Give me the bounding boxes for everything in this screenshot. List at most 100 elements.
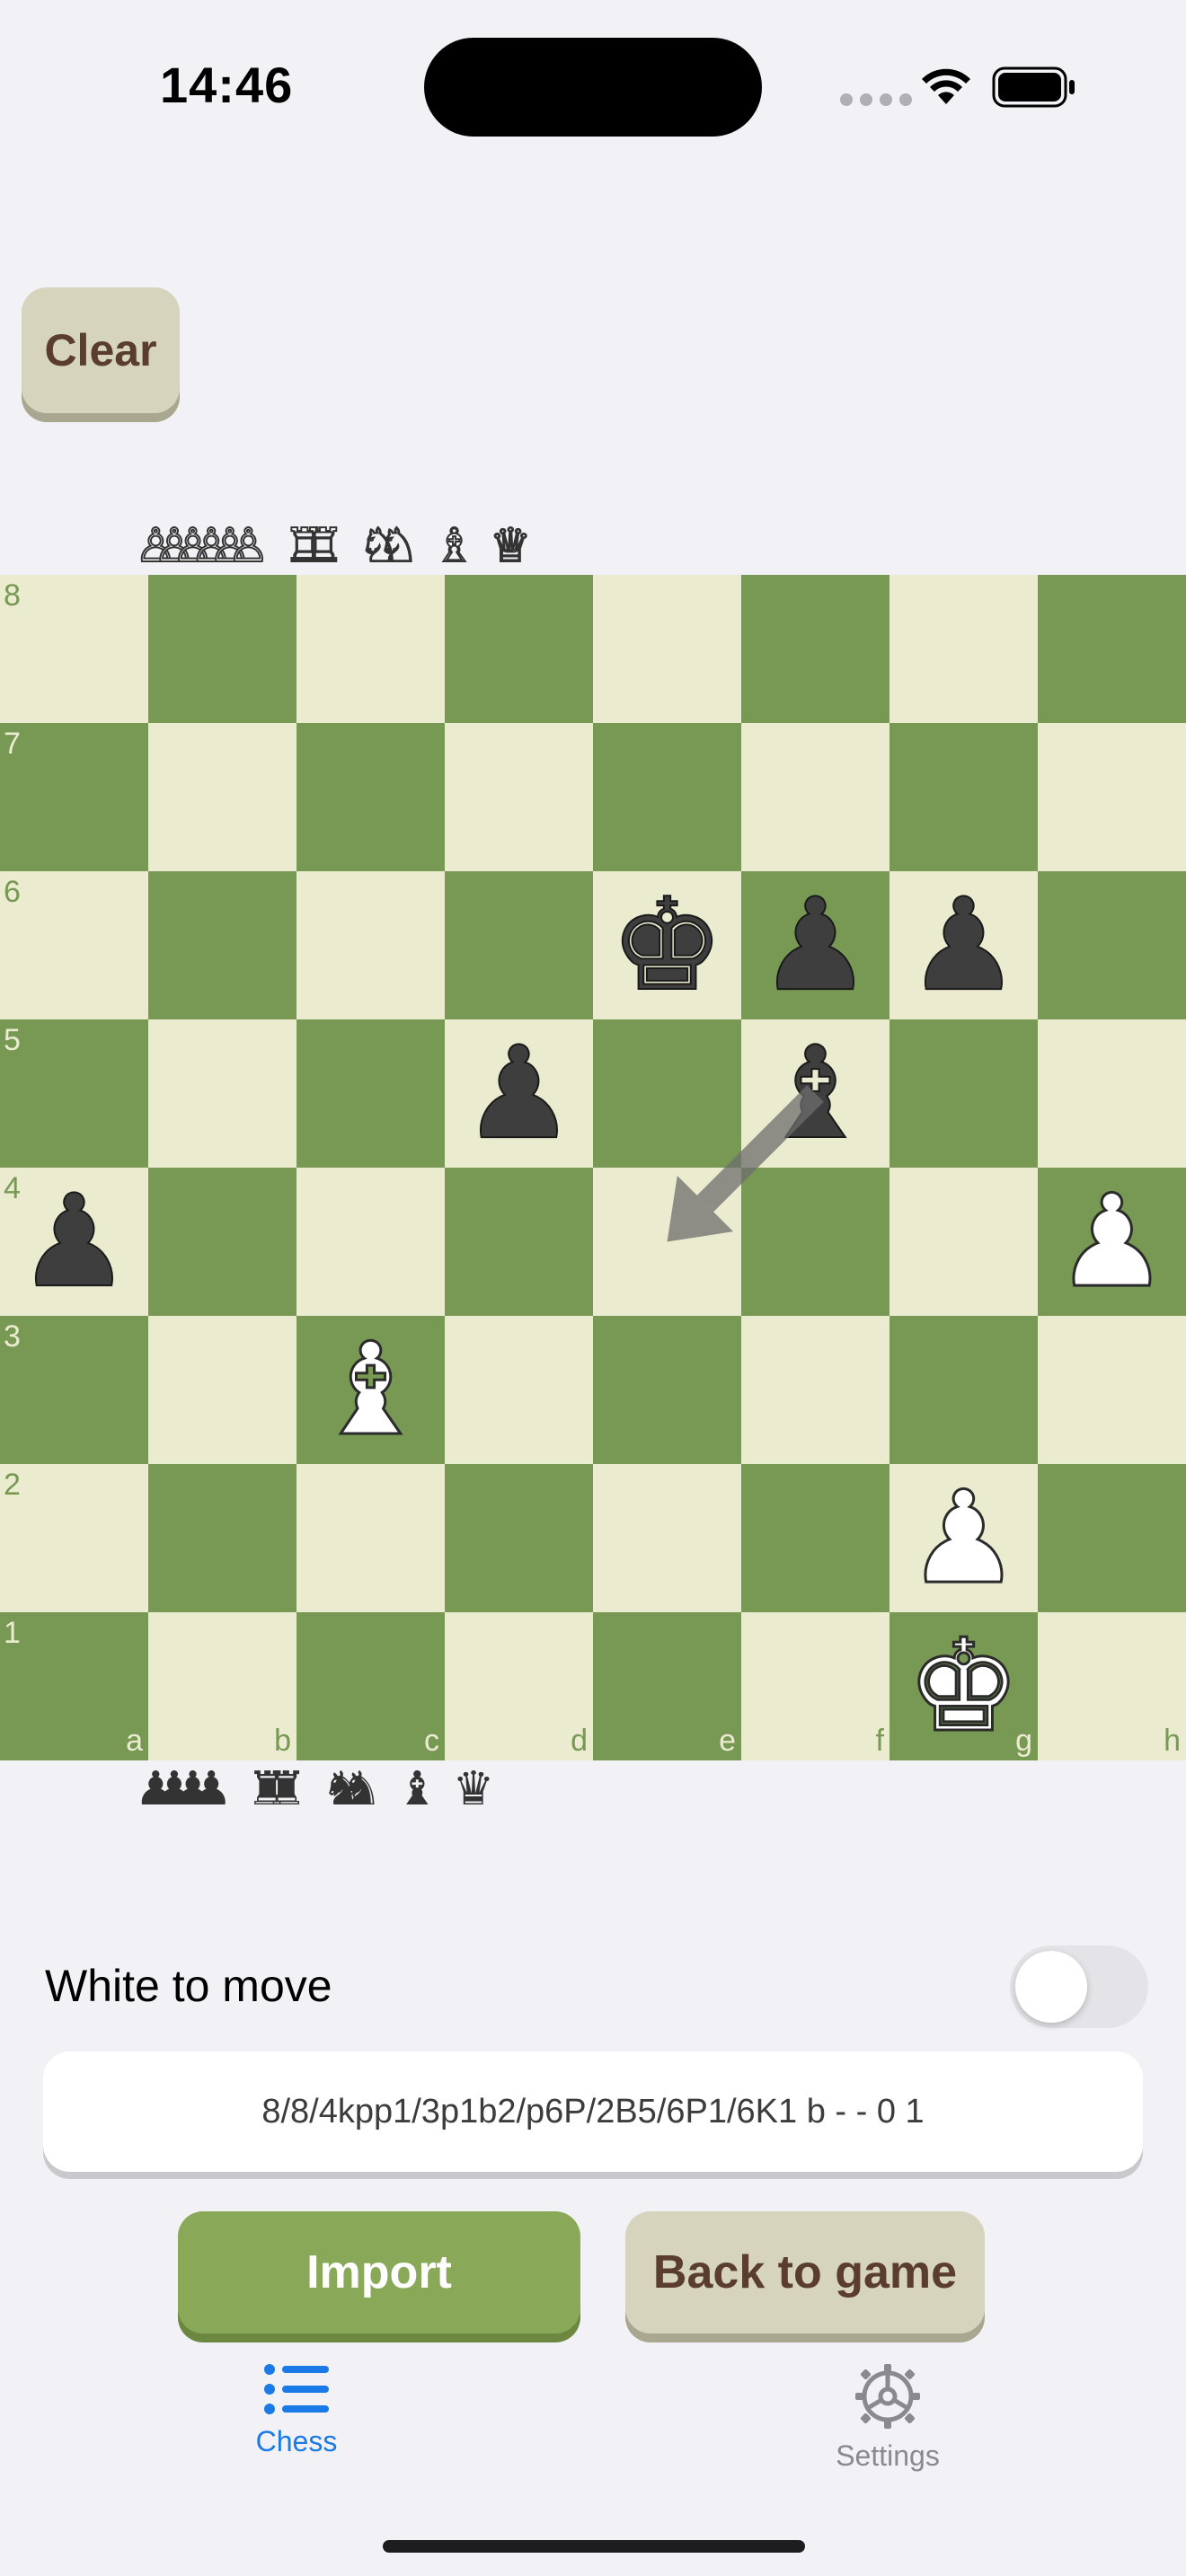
square-a8[interactable]: 8 — [0, 575, 148, 723]
wifi-icon — [922, 68, 970, 104]
square-b6[interactable] — [148, 871, 296, 1019]
square-d3[interactable] — [445, 1316, 593, 1464]
back-to-game-button[interactable]: Back to game — [625, 2211, 985, 2333]
file-label: e — [719, 1724, 736, 1758]
black-pawn-icon[interactable]: ♟︎ — [741, 871, 890, 1019]
square-c6[interactable] — [296, 871, 445, 1019]
square-b7[interactable] — [148, 723, 296, 871]
black-pawn-icon[interactable]: ♟︎ — [445, 1019, 593, 1168]
square-d6[interactable] — [445, 871, 593, 1019]
square-h8[interactable] — [1038, 575, 1186, 723]
file-label: f — [875, 1724, 884, 1758]
captured-group: ♞︎ ♞︎ — [322, 1766, 382, 1813]
white-pawn-icon[interactable]: ♟︎ — [1038, 1168, 1186, 1316]
captured-piece-icon: ♟︎ — [190, 1762, 233, 1816]
tab-chess[interactable]: Chess — [189, 2362, 404, 2458]
square-b8[interactable] — [148, 575, 296, 723]
square-a7[interactable]: 7 — [0, 723, 148, 871]
white-bishop-icon[interactable]: ♝︎ — [296, 1316, 445, 1464]
square-h3[interactable] — [1038, 1316, 1186, 1464]
square-h6[interactable] — [1038, 871, 1186, 1019]
square-c3[interactable]: ♝︎ — [296, 1316, 445, 1464]
square-b1[interactable]: b — [148, 1612, 296, 1760]
square-b3[interactable] — [148, 1316, 296, 1464]
chess-board[interactable]: 8 7 6 ♚︎ ♟︎ ♟︎ 5 ♟︎ ♝︎ 4 ♟︎ ♟︎ 3 ♝︎ 2 ♟︎ 1 a b c d e f g ♚︎ h — [0, 575, 1186, 1760]
square-f7[interactable] — [741, 723, 890, 871]
square-h4[interactable]: ♟︎ — [1038, 1168, 1186, 1316]
square-a5[interactable]: 5 — [0, 1019, 148, 1168]
square-e6[interactable]: ♚︎ — [593, 871, 741, 1019]
square-h5[interactable] — [1038, 1019, 1186, 1168]
file-label: c — [424, 1724, 439, 1758]
square-f5[interactable]: ♝︎ — [741, 1019, 890, 1168]
square-c2[interactable] — [296, 1464, 445, 1612]
square-e2[interactable] — [593, 1464, 741, 1612]
square-e1[interactable]: e — [593, 1612, 741, 1760]
square-g3[interactable] — [890, 1316, 1038, 1464]
captured-group: ♜︎ ♜︎ — [247, 1766, 307, 1813]
square-d8[interactable] — [445, 575, 593, 723]
file-label: a — [126, 1724, 143, 1758]
captured-piece-icon: ♕︎ — [489, 519, 533, 573]
square-g2[interactable]: ♟︎ — [890, 1464, 1038, 1612]
square-c7[interactable] — [296, 723, 445, 871]
square-f4[interactable] — [741, 1168, 890, 1316]
square-f1[interactable]: f — [741, 1612, 890, 1760]
square-g1[interactable]: g ♚︎ — [890, 1612, 1038, 1760]
dynamic-island — [424, 38, 762, 137]
status-time: 14:46 — [160, 57, 294, 113]
square-c5[interactable] — [296, 1019, 445, 1168]
square-h1[interactable]: h — [1038, 1612, 1186, 1760]
square-h7[interactable] — [1038, 723, 1186, 871]
square-d1[interactable]: d — [445, 1612, 593, 1760]
square-e7[interactable] — [593, 723, 741, 871]
square-a6[interactable]: 6 — [0, 871, 148, 1019]
square-c8[interactable] — [296, 575, 445, 723]
square-g7[interactable] — [890, 723, 1038, 871]
battery-icon — [992, 66, 1075, 108]
square-d4[interactable] — [445, 1168, 593, 1316]
tab-settings[interactable]: Settings — [780, 2362, 996, 2473]
captured-piece-icon: ♖︎ — [301, 519, 345, 573]
import-button[interactable]: Import — [178, 2211, 580, 2333]
square-a4[interactable]: 4 ♟︎ — [0, 1168, 148, 1316]
clear-button[interactable]: Clear — [22, 287, 180, 413]
file-label: h — [1164, 1724, 1181, 1758]
square-c4[interactable] — [296, 1168, 445, 1316]
black-king-icon[interactable]: ♚︎ — [593, 871, 741, 1019]
square-h2[interactable] — [1038, 1464, 1186, 1612]
captured-black-pieces: ♟︎ ♟︎ ♟︎ ♟︎ ♜︎ ♜︎ ♞︎ ♞︎ ♝︎ ♛︎ — [135, 1764, 509, 1813]
rank-label: 3 — [4, 1319, 21, 1354]
square-d7[interactable] — [445, 723, 593, 871]
square-e3[interactable] — [593, 1316, 741, 1464]
square-a3[interactable]: 3 — [0, 1316, 148, 1464]
square-g8[interactable] — [890, 575, 1038, 723]
square-f3[interactable] — [741, 1316, 890, 1464]
square-g5[interactable] — [890, 1019, 1038, 1168]
square-f2[interactable] — [741, 1464, 890, 1612]
square-b2[interactable] — [148, 1464, 296, 1612]
white-king-icon[interactable]: ♚︎ — [890, 1612, 1038, 1760]
white-pawn-icon[interactable]: ♟︎ — [890, 1464, 1038, 1612]
square-f6[interactable]: ♟︎ — [741, 871, 890, 1019]
square-b4[interactable] — [148, 1168, 296, 1316]
gear-icon — [855, 2364, 920, 2429]
square-b5[interactable] — [148, 1019, 296, 1168]
black-pawn-icon[interactable]: ♟︎ — [890, 871, 1038, 1019]
turn-toggle[interactable] — [1010, 1945, 1148, 2028]
square-d5[interactable]: ♟︎ — [445, 1019, 593, 1168]
square-a1[interactable]: 1a — [0, 1612, 148, 1760]
square-g6[interactable]: ♟︎ — [890, 871, 1038, 1019]
square-f8[interactable] — [741, 575, 890, 723]
black-pawn-icon[interactable]: ♟︎ — [0, 1168, 148, 1316]
fen-input[interactable]: 8/8/4kpp1/3p1b2/p6P/2B5/6P1/6K1 b - - 0 … — [43, 2051, 1143, 2172]
captured-piece-icon: ♙︎ — [226, 519, 270, 573]
square-a2[interactable]: 2 — [0, 1464, 148, 1612]
square-e5[interactable] — [593, 1019, 741, 1168]
square-e8[interactable] — [593, 575, 741, 723]
square-g4[interactable] — [890, 1168, 1038, 1316]
square-e4[interactable] — [593, 1168, 741, 1316]
square-d2[interactable] — [445, 1464, 593, 1612]
square-c1[interactable]: c — [296, 1612, 445, 1760]
black-bishop-icon[interactable]: ♝︎ — [741, 1019, 890, 1168]
